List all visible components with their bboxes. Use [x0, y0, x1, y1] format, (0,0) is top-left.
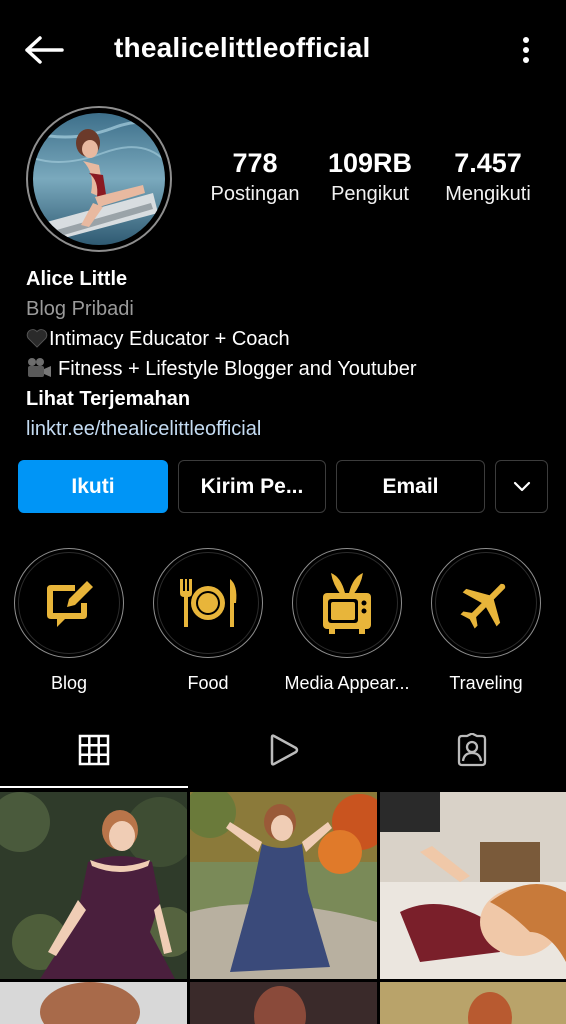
more-options-button[interactable]: [516, 30, 536, 70]
bio-line-1: Intimacy Educator + Coach: [26, 324, 546, 354]
bio-website-link[interactable]: linktr.ee/thealicelittleofficial: [26, 414, 546, 444]
posts-label: Postingan: [210, 183, 300, 205]
play-icon: [270, 734, 299, 766]
highlight-ring: [153, 548, 263, 658]
following-label: Mengikuti: [445, 183, 531, 205]
post-thumbnail[interactable]: [380, 982, 566, 1024]
plate-utensils-icon: [180, 579, 237, 627]
highlight-label: Media Appear...: [284, 673, 410, 693]
avatar: [33, 113, 165, 245]
highlight-ring: [292, 548, 402, 658]
see-translation-link[interactable]: Lihat Terjemahan: [26, 384, 546, 414]
tab-reels[interactable]: [189, 712, 377, 788]
highlight-ring: [14, 548, 124, 658]
movie-camera-icon: [28, 358, 51, 377]
followers-count: 109RB: [327, 148, 413, 178]
highlight-media[interactable]: Media Appear...: [278, 548, 416, 694]
vertical-dots-icon: [523, 37, 529, 63]
edit-message-icon: [47, 581, 93, 627]
followers-stat[interactable]: 109RB Pengikut: [322, 146, 418, 208]
post-thumbnail[interactable]: [0, 792, 187, 979]
suggested-accounts-button[interactable]: [495, 460, 548, 513]
tab-tagged[interactable]: [378, 712, 566, 788]
airplane-icon: [460, 583, 506, 629]
tab-posts[interactable]: [0, 712, 188, 788]
active-tab-indicator: [0, 786, 188, 788]
profile-actions: Ikuti Kirim Pe... Email: [18, 460, 550, 514]
post-thumbnail[interactable]: [190, 792, 377, 979]
profile-name: Alice Little: [26, 268, 128, 290]
grid-icon: [78, 734, 110, 766]
profile-username: thealicelittleofficial: [114, 32, 371, 63]
highlight-traveling[interactable]: Traveling: [417, 548, 555, 694]
black-heart-icon: [26, 329, 48, 348]
highlight-food[interactable]: Food: [139, 548, 277, 694]
following-count: 7.457: [454, 148, 522, 178]
profile-category: Blog Pribadi: [26, 298, 134, 320]
highlight-label: Food: [187, 673, 229, 693]
story-highlights: Blog Food Media Appear... Traveling: [0, 548, 566, 698]
profile-avatar-ring[interactable]: [26, 106, 172, 252]
post-grid: [0, 790, 566, 1024]
following-stat[interactable]: 7.457 Mengikuti: [432, 146, 544, 208]
bio-line-2-text: Fitness + Lifestyle Blogger and Youtuber: [58, 358, 417, 380]
follow-button[interactable]: Ikuti: [18, 460, 168, 513]
posts-count: 778: [232, 148, 278, 178]
bio-line-1-text: Intimacy Educator + Coach: [49, 328, 290, 350]
posts-stat[interactable]: 778 Postingan: [196, 146, 314, 208]
chevron-down-icon: [513, 481, 530, 491]
back-button[interactable]: [22, 30, 66, 70]
arrow-left-icon: [25, 36, 64, 64]
tagged-user-icon: [457, 733, 487, 767]
profile-bio: Alice Little Blog Pribadi Intimacy Educa…: [26, 264, 546, 444]
post-thumbnail[interactable]: [380, 792, 566, 979]
profile-tabs: [0, 712, 566, 788]
post-thumbnail[interactable]: [0, 982, 187, 1024]
post-thumbnail[interactable]: [190, 982, 377, 1024]
highlight-label: Traveling: [449, 673, 523, 693]
tv-icon: [323, 573, 371, 634]
highlight-ring: [431, 548, 541, 658]
profile-stats: 778 Postingan 109RB Pengikut 7.457 Mengi…: [196, 146, 546, 216]
bio-line-2: Fitness + Lifestyle Blogger and Youtuber: [26, 354, 546, 384]
message-button[interactable]: Kirim Pe...: [178, 460, 326, 513]
highlight-blog[interactable]: Blog: [0, 548, 138, 694]
highlight-label: Blog: [50, 673, 88, 693]
followers-label: Pengikut: [331, 183, 409, 205]
email-button[interactable]: Email: [336, 460, 485, 513]
top-bar: thealicelittleofficial: [0, 0, 566, 100]
